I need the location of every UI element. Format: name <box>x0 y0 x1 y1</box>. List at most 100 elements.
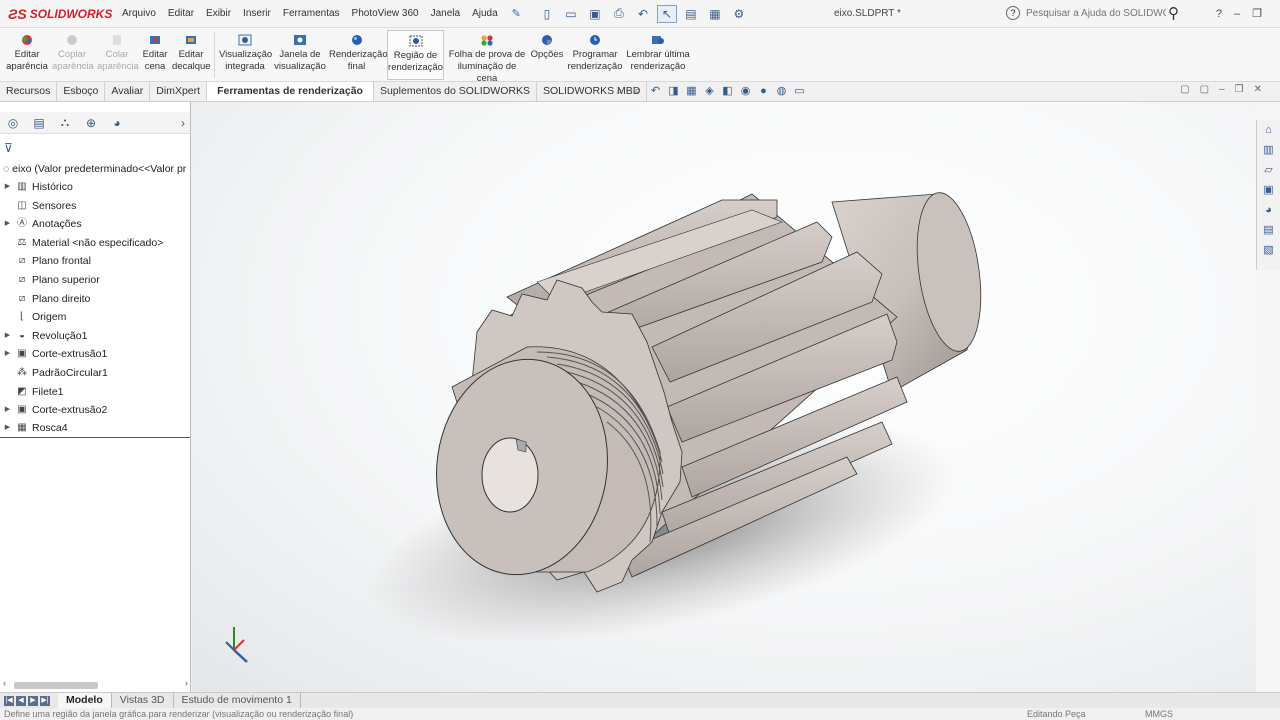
restore-viewport-icon[interactable]: ❐ <box>1235 84 1244 95</box>
tree-item-plano-superior[interactable]: ⧄ Plano superior <box>0 271 190 290</box>
next-tab-icon[interactable]: ▶ <box>28 695 38 706</box>
view-settings-icon[interactable]: ▭ <box>792 84 807 99</box>
select-icon[interactable]: ↖ <box>656 4 677 23</box>
print-icon[interactable]: ⎙ <box>609 5 629 23</box>
part-model[interactable] <box>192 102 1256 692</box>
display-style-icon[interactable]: ◧ <box>720 84 735 99</box>
chevron-right-icon[interactable]: › <box>176 116 190 130</box>
edit-appearance-icon[interactable]: ● <box>756 84 771 99</box>
view-orientation-icon[interactable]: ◈ <box>702 84 717 99</box>
tab-recursos[interactable]: Recursos <box>0 82 58 101</box>
menu-ajuda[interactable]: Ajuda <box>466 0 504 28</box>
tab-motion-study[interactable]: Estudo de movimento 1 <box>174 693 301 708</box>
file-explorer-icon[interactable]: ▱ <box>1257 160 1280 180</box>
edit-appearance-button[interactable]: Editar aparência <box>6 34 48 80</box>
minimize-icon[interactable]: – <box>1234 0 1240 28</box>
integrated-preview-button[interactable]: Visualização integrada <box>219 34 272 80</box>
solidworks-logo[interactable]: ƧS SOLIDWORKS <box>0 0 112 28</box>
menu-inserir[interactable]: Inserir <box>237 0 277 28</box>
pin-icon[interactable]: ✎ <box>512 7 521 20</box>
tree-item-corte-extrusao1[interactable]: ▶ ▣ Corte-extrusão1 <box>0 345 190 364</box>
tree-item-plano-direito[interactable]: ⧄ Plano direito <box>0 290 190 309</box>
graphics-area[interactable] <box>192 102 1256 692</box>
design-library-icon[interactable]: ▥ <box>1257 140 1280 160</box>
save-icon[interactable]: ▣ <box>585 5 605 23</box>
tree-item-padrao-circular1[interactable]: ⁂ PadrãoCircular1 <box>0 364 190 383</box>
menu-exibir[interactable]: Exibir <box>200 0 237 28</box>
custom-properties-icon[interactable]: ▤ <box>1257 220 1280 240</box>
expand-icon[interactable]: ▶ <box>0 327 12 346</box>
forum-icon[interactable]: ▧ <box>1257 240 1280 260</box>
tab-avaliar[interactable]: Avaliar <box>105 82 151 101</box>
help-icon[interactable]: ? <box>1006 6 1020 20</box>
dimxpert-tab-icon[interactable]: ⊕ <box>78 116 104 130</box>
filter-icon[interactable]: ⊽ <box>0 138 190 158</box>
schedule-render-button[interactable]: Programar renderização <box>567 34 623 80</box>
tab-vistas-3d[interactable]: Vistas 3D <box>112 693 174 708</box>
feature-tree-tab-icon[interactable]: ◎ <box>0 116 26 130</box>
menu-editar[interactable]: Editar <box>162 0 200 28</box>
home-icon[interactable]: ⌂ <box>1257 120 1280 140</box>
recall-render-button[interactable]: Lembrar última renderização <box>626 34 690 80</box>
previous-view-icon[interactable]: ↶ <box>648 84 663 99</box>
tab-addins[interactable]: Suplementos do SOLIDWORKS <box>374 82 537 101</box>
section-view-icon[interactable]: ◨ <box>666 84 681 99</box>
display-manager-tab-icon[interactable]: ◕ <box>104 116 130 130</box>
tab-dimxpert[interactable]: DimXpert <box>150 82 208 101</box>
zoom-area-icon[interactable]: ⌕ <box>630 84 645 99</box>
scroll-right-icon[interactable]: › <box>185 678 188 688</box>
menu-arquivo[interactable]: Arquivo <box>116 0 162 28</box>
tree-item-sensores[interactable]: ◫ Sensores <box>0 197 190 216</box>
tree-item-origem[interactable]: ⌊ Origem <box>0 308 190 327</box>
appearances-icon[interactable]: ◕ <box>1257 200 1280 220</box>
minimize-viewport-icon[interactable]: – <box>1219 84 1225 95</box>
render-region-button[interactable]: Região de renderização <box>387 30 444 80</box>
menu-ferramentas[interactable]: Ferramentas <box>277 0 346 28</box>
options-button[interactable]: Opções <box>530 34 564 80</box>
zoom-fit-icon[interactable]: ⌕ <box>612 84 627 99</box>
open-icon[interactable]: ▭ <box>561 5 581 23</box>
prev-tab-icon[interactable]: ◀ <box>16 695 26 706</box>
expand-icon[interactable]: ▶ <box>0 345 12 364</box>
configuration-tab-icon[interactable]: ⛬ <box>52 115 78 130</box>
tree-item-revolucao1[interactable]: ▶ ◒ Revolução1 <box>0 327 190 346</box>
tree-root-part[interactable]: ◌ eixo (Valor predeterminado<<Valor pr <box>0 160 190 178</box>
view-palette-icon[interactable]: ▣ <box>1257 180 1280 200</box>
search-input[interactable] <box>1026 4 1166 22</box>
dynamic-annotation-icon[interactable]: ▦ <box>684 84 699 99</box>
expand-icon[interactable]: ▶ <box>0 215 12 234</box>
scroll-left-icon[interactable]: ‹ <box>3 678 6 688</box>
tile-icon[interactable]: ▢ <box>1180 84 1189 95</box>
file-properties-icon[interactable]: ▦ <box>705 5 725 23</box>
tree-item-historico[interactable]: ▶ ▥ Histórico <box>0 178 190 197</box>
tree-item-anotacoes[interactable]: ▶ Ⓐ Anotações <box>0 215 190 234</box>
scrollbar-thumb[interactable] <box>14 682 98 689</box>
undo-icon[interactable]: ↶ <box>633 5 653 23</box>
restore-icon[interactable]: ❐ <box>1252 0 1262 28</box>
tree-item-material[interactable]: ⚖ Material <não especificado> <box>0 234 190 253</box>
tree-item-plano-frontal[interactable]: ⧄ Plano frontal <box>0 252 190 271</box>
menu-photoview[interactable]: PhotoView 360 <box>346 0 425 28</box>
hide-show-icon[interactable]: ◉ <box>738 84 753 99</box>
view-triad[interactable] <box>225 627 248 663</box>
help-menu-icon[interactable]: ? <box>1216 0 1222 28</box>
first-tab-icon[interactable]: |◀ <box>4 695 14 706</box>
gear-icon[interactable]: ⚙ <box>729 5 749 23</box>
edit-decal-button[interactable]: Editar decalque <box>172 34 211 80</box>
status-units[interactable]: MMGS <box>1145 708 1173 720</box>
search-icon[interactable]: ⚲ <box>1168 4 1179 22</box>
preview-window-button[interactable]: Janela de visualização <box>274 34 326 80</box>
tab-modelo[interactable]: Modelo <box>58 693 112 708</box>
tree-item-rosca4[interactable]: ▶ ▦ Rosca4 <box>0 420 190 439</box>
apply-scene-icon[interactable]: ◍ <box>774 84 789 99</box>
tile-vertical-icon[interactable]: ▢ <box>1200 84 1209 95</box>
tab-esboco[interactable]: Esboço <box>57 82 106 101</box>
menu-janela[interactable]: Janela <box>425 0 466 28</box>
last-tab-icon[interactable]: ▶| <box>40 695 50 706</box>
tree-item-corte-extrusao2[interactable]: ▶ ▣ Corte-extrusão2 <box>0 401 190 420</box>
close-viewport-icon[interactable]: ✕ <box>1254 84 1262 95</box>
tab-render-tools[interactable]: Ferramentas de renderização <box>207 82 374 101</box>
horizontal-scrollbar[interactable]: ‹ › <box>0 678 191 690</box>
paste-appearance-button[interactable]: Colar aparência <box>97 34 139 80</box>
edit-scene-button[interactable]: Editar cena <box>141 34 169 80</box>
